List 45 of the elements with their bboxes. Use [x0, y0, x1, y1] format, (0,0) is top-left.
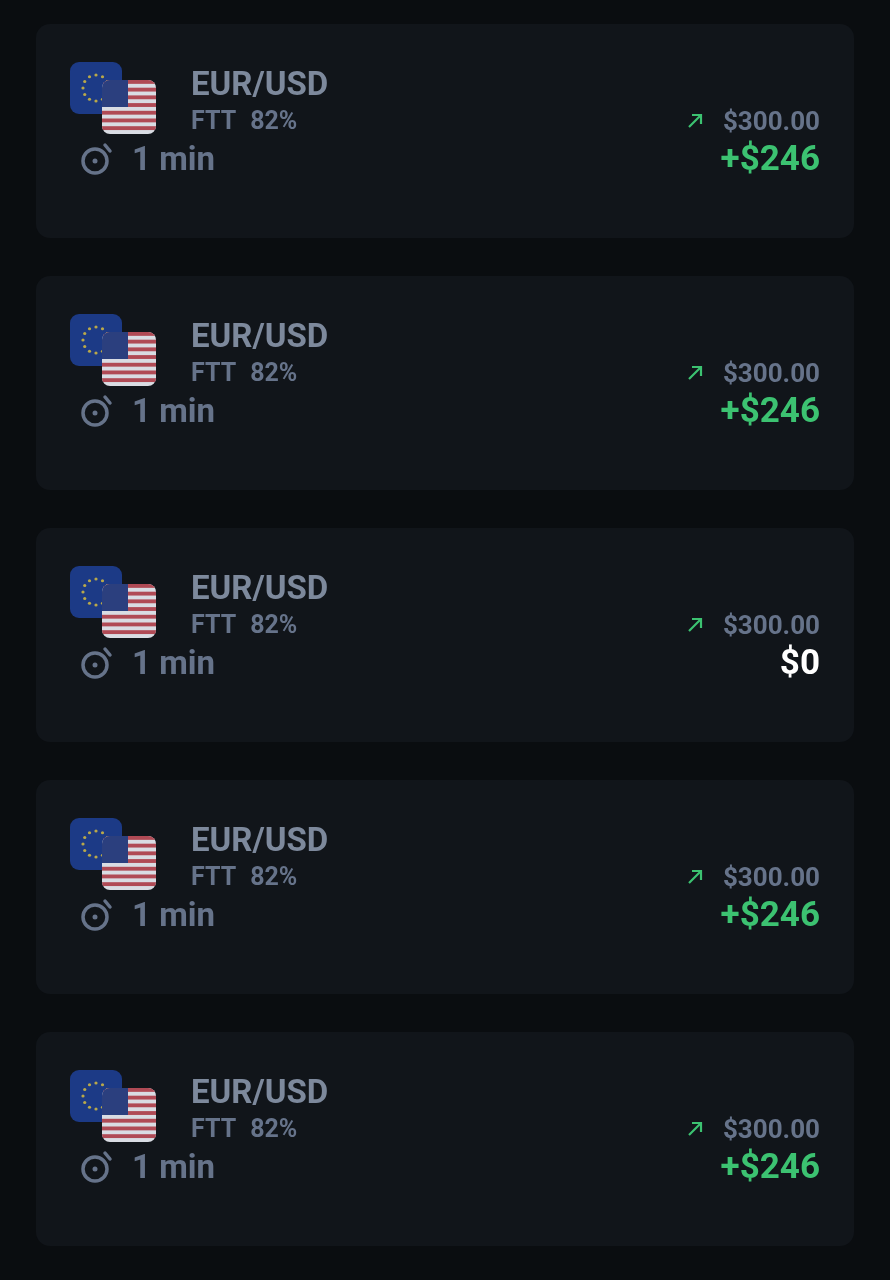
payout-percent: 82%	[250, 106, 298, 136]
trade-duration: 1 min	[132, 642, 215, 684]
trade-amount: $300.00	[722, 610, 820, 640]
trade-amount: $300.00	[722, 358, 820, 388]
trade-card[interactable]: EUR/USD FTT 82% $300.00 1 min +$246	[36, 24, 854, 238]
trade-result: +$246	[720, 893, 820, 937]
trade-type: FTT	[191, 610, 237, 640]
trade-type: FTT	[191, 358, 237, 388]
trade-type: FTT	[191, 1114, 237, 1144]
trade-duration: 1 min	[132, 894, 215, 936]
trade-type: FTT	[191, 862, 237, 892]
trade-type: FTT	[191, 106, 237, 136]
timer-icon	[80, 394, 114, 428]
trade-result: +$246	[720, 1145, 820, 1189]
payout-percent: 82%	[250, 1114, 298, 1144]
payout-percent: 82%	[250, 610, 298, 640]
trade-card[interactable]: EUR/USD FTT 82% $300.00 1 min $0	[36, 528, 854, 742]
timer-icon	[80, 142, 114, 176]
trade-amount: $300.00	[722, 862, 820, 892]
timer-icon	[80, 646, 114, 680]
currency-pair: EUR/USD	[191, 1071, 329, 1113]
trade-amount: $300.00	[722, 1114, 820, 1144]
payout-percent: 82%	[250, 862, 298, 892]
currency-flags-icon	[70, 818, 156, 892]
currency-pair: EUR/USD	[191, 63, 329, 105]
trade-duration: 1 min	[132, 138, 215, 180]
payout-percent: 82%	[250, 358, 298, 388]
currency-pair: EUR/USD	[191, 315, 329, 357]
trade-card[interactable]: EUR/USD FTT 82% $300.00 1 min +$246	[36, 780, 854, 994]
currency-flags-icon	[70, 62, 156, 136]
timer-icon	[80, 898, 114, 932]
currency-pair: EUR/USD	[191, 819, 329, 861]
trade-result: +$246	[720, 389, 820, 433]
trade-card[interactable]: EUR/USD FTT 82% $300.00 1 min +$246	[36, 1032, 854, 1246]
trade-duration: 1 min	[132, 1146, 215, 1188]
trade-duration: 1 min	[132, 390, 215, 432]
currency-flags-icon	[70, 314, 156, 388]
trade-card[interactable]: EUR/USD FTT 82% $300.00 1 min +$246	[36, 276, 854, 490]
trade-result: +$246	[720, 137, 820, 181]
trade-amount: $300.00	[722, 106, 820, 136]
currency-flags-icon	[70, 566, 156, 640]
currency-flags-icon	[70, 1070, 156, 1144]
timer-icon	[80, 1150, 114, 1184]
trade-result: $0	[779, 641, 820, 685]
currency-pair: EUR/USD	[191, 567, 329, 609]
